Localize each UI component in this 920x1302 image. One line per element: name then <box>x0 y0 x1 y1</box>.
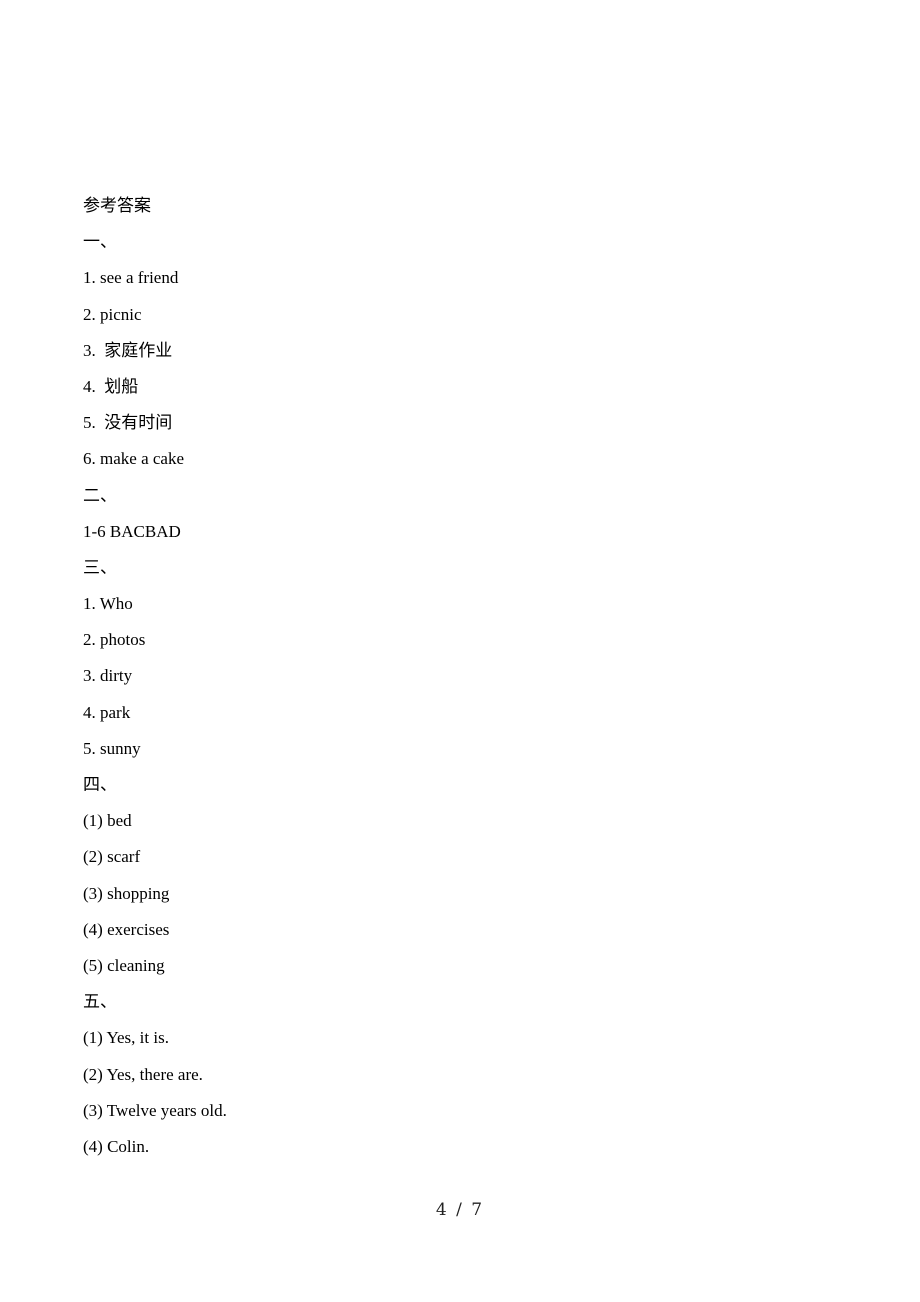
answer-item: (5) cleaning <box>83 955 165 975</box>
answer-item: 4. 划船 <box>83 376 139 396</box>
section-heading: 三、 <box>83 557 117 577</box>
answer-item: (4) Colin. <box>83 1136 150 1156</box>
section-5: 五、 (1) Yes, it is. (2) Yes, there are. (… <box>83 984 227 1165</box>
section-4: 四、 (1) bed (2) scarf (3) shopping (4) ex… <box>83 767 227 984</box>
section-2: 二、 1-6 BACBAD <box>83 478 227 550</box>
document-title: 参考答案 <box>83 196 151 215</box>
answer-item: 4. park <box>83 702 131 722</box>
answer-item: (1) Yes, it is. <box>83 1028 169 1048</box>
answer-item: 2. photos <box>83 630 146 650</box>
section-heading: 二、 <box>83 485 117 505</box>
answer-item: 3. dirty <box>83 666 133 686</box>
page-indicator: 4 / 7 <box>435 1200 485 1220</box>
section-heading: 五、 <box>83 992 117 1012</box>
answer-item: 1. see a friend <box>83 268 179 288</box>
answer-item: (2) Yes, there are. <box>83 1064 203 1084</box>
answer-item: 1-6 BACBAD <box>83 521 181 541</box>
answer-item: (1) bed <box>83 811 132 831</box>
answer-item: (3) shopping <box>83 883 170 903</box>
answer-item: 5. 没有时间 <box>83 413 173 433</box>
answer-item: 6. make a cake <box>83 449 184 469</box>
answer-item: 5. sunny <box>83 738 141 758</box>
answer-item: (3) Twelve years old. <box>83 1100 227 1120</box>
answer-item: (4) exercises <box>83 919 170 939</box>
section-3: 三、 1. Who 2. photos 3. dirty 4. park 5. … <box>83 550 227 767</box>
answer-item: 3. 家庭作业 <box>83 340 173 360</box>
section-heading: 一、 <box>83 232 117 252</box>
answer-item: 1. Who <box>83 594 133 614</box>
section-heading: 四、 <box>83 775 117 794</box>
answer-key: 参考答案 一、 1. see a friend 2. picnic 3. 家庭作… <box>83 188 227 1165</box>
answer-item: 2. picnic <box>83 304 142 324</box>
answer-item: (2) scarf <box>83 847 141 867</box>
section-1: 一、 1. see a friend 2. picnic 3. 家庭作业 4. … <box>83 224 227 477</box>
